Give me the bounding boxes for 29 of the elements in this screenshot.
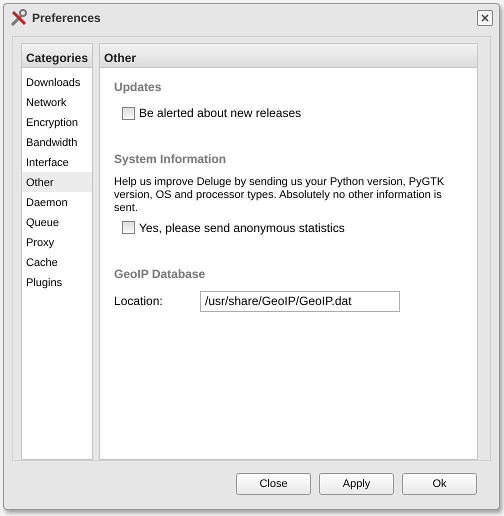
checkbox-label[interactable]: Be alerted about new releases: [139, 104, 302, 122]
input-field[interactable]: /usr/share/GeoIP/GeoIP.dat: [200, 290, 400, 312]
category-item[interactable]: Proxy: [22, 232, 92, 252]
section-heading: System Information: [114, 151, 228, 168]
checkbox[interactable]: [122, 221, 136, 234]
dialog-button[interactable]: Ok: [402, 473, 477, 495]
category-item[interactable]: Other: [22, 172, 92, 192]
window-title: Preferences: [32, 10, 102, 27]
checkbox[interactable]: [122, 106, 136, 120]
section-heading: Updates: [114, 79, 162, 96]
category-item[interactable]: Network: [22, 92, 92, 112]
category-item[interactable]: Bandwidth: [22, 132, 92, 152]
description-text: Help us improve Deluge by sending us your Python version, PyGTK version, OS and processor types. Absolutely no other information is sent.: [114, 176, 446, 216]
checkbox-label[interactable]: Yes, please send anonymous statistics: [139, 218, 345, 237]
field-label: Location:: [114, 293, 164, 310]
category-item[interactable]: Plugins: [22, 272, 92, 292]
close-icon[interactable]: [477, 10, 493, 26]
tools-icon: [10, 9, 28, 27]
category-item[interactable]: Cache: [22, 252, 92, 272]
category-item[interactable]: Encryption: [22, 112, 92, 132]
panel-header: Other: [100, 44, 477, 68]
category-item[interactable]: Queue: [22, 212, 92, 232]
dialog-button[interactable]: Close: [236, 473, 311, 495]
panel-header: Categories: [22, 44, 92, 68]
section-heading: GeoIP Database: [114, 266, 206, 283]
dialog-button[interactable]: Apply: [319, 473, 394, 495]
category-item[interactable]: Daemon: [22, 192, 92, 212]
category-item[interactable]: Interface: [22, 152, 92, 172]
category-item[interactable]: Downloads: [22, 72, 92, 92]
